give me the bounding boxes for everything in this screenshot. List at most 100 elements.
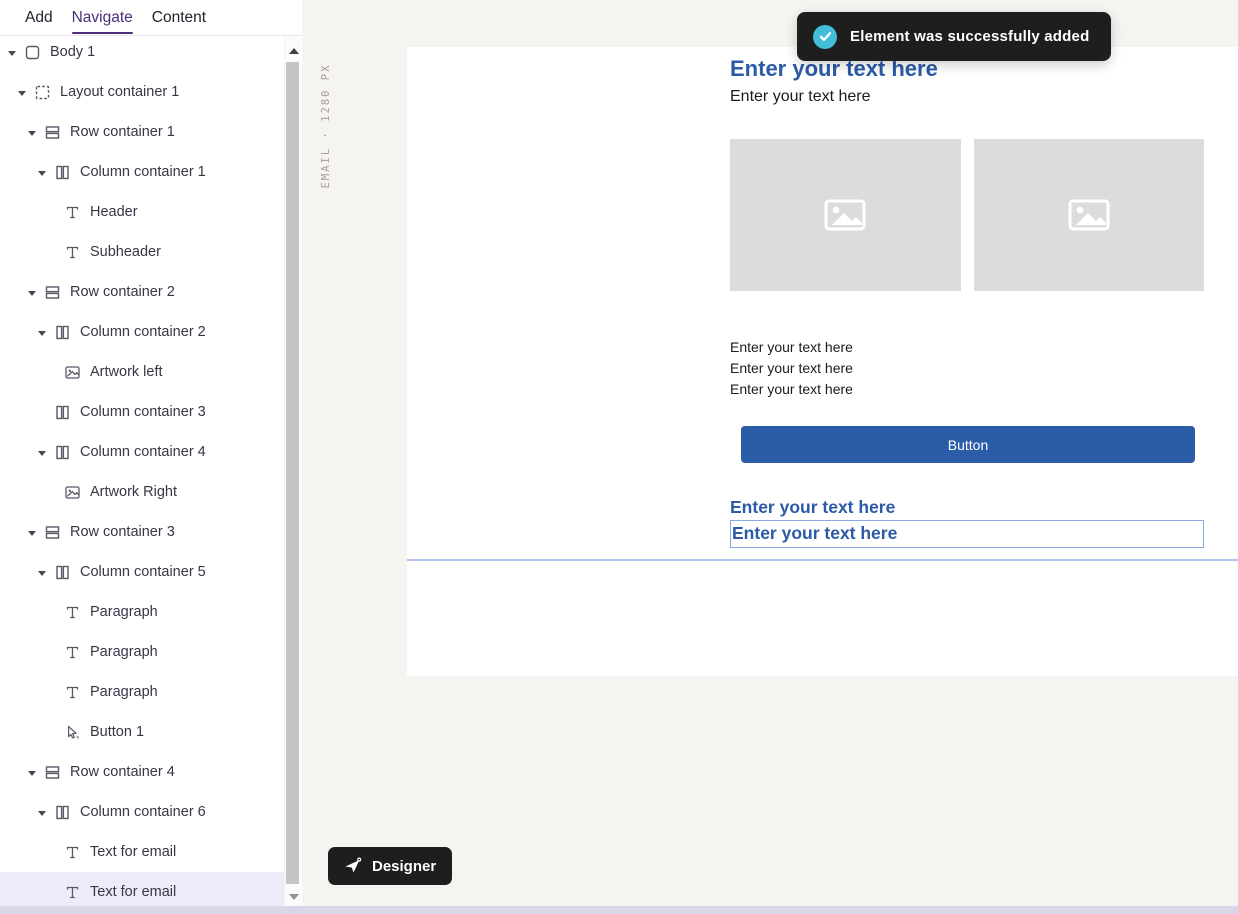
window-bottom-edge [0, 906, 1238, 914]
tree-item-row-container-4[interactable]: Row container 4 [0, 752, 284, 792]
email-canvas[interactable]: Enter your text here Enter your text her… [407, 47, 1238, 676]
email-paragraph[interactable]: Enter your text here [730, 358, 853, 379]
email-paragraph[interactable]: Enter your text here [730, 337, 853, 358]
caret-down-icon[interactable] [18, 91, 26, 96]
email-paragraph[interactable]: Enter your text here [730, 379, 853, 400]
caret-down-icon[interactable] [28, 291, 36, 296]
send-icon [344, 857, 362, 875]
tab-content[interactable]: Content [152, 0, 206, 36]
tree-item-column-container-5[interactable]: Column container 5 [0, 552, 284, 592]
button-icon [64, 724, 81, 741]
tree-item-label: Row container 2 [70, 284, 175, 300]
email-button[interactable]: Button [741, 426, 1195, 463]
tree-item-paragraph[interactable]: Paragraph [0, 632, 284, 672]
email-subheader-text[interactable]: Enter your text here [730, 88, 871, 106]
caret-down-icon[interactable] [28, 131, 36, 136]
layers-sidebar: Add Navigate Content Body 1 Layout contain… [0, 0, 302, 906]
canvas-size-ruler-label: EMAIL · 1280 PX [320, 61, 332, 191]
tree-item-column-container-1[interactable]: Column container 1 [0, 152, 284, 192]
tree-item-artwork-left[interactable]: Artwork left [0, 352, 284, 392]
text-icon [64, 684, 81, 701]
tree-item-artwork-right[interactable]: Artwork Right [0, 472, 284, 512]
tree-item-row-container-1[interactable]: Row container 1 [0, 112, 284, 152]
tree-item-label: Text for email [90, 884, 176, 900]
row-container-icon [44, 524, 61, 541]
paragraph-block: Enter your text hereEnter your text here… [730, 337, 853, 400]
email-footer-text-2-selected[interactable]: Enter your text here [730, 520, 1204, 548]
column-container-icon [54, 324, 71, 341]
column-container-icon [54, 804, 71, 821]
tree-item-label: Column container 2 [80, 324, 206, 340]
tab-navigate[interactable]: Navigate [72, 0, 133, 36]
tree-item-label: Artwork left [90, 364, 163, 380]
text-icon [64, 884, 81, 901]
tree-item-label: Subheader [90, 244, 161, 260]
text-icon [64, 244, 81, 261]
tree-item-row-container-2[interactable]: Row container 2 [0, 272, 284, 312]
tree-item-button-1[interactable]: Button 1 [0, 712, 284, 752]
tree-item-column-container-2[interactable]: Column container 2 [0, 312, 284, 352]
caret-down-icon[interactable] [28, 531, 36, 536]
tree-item-label: Column container 3 [80, 404, 206, 420]
caret-down-icon[interactable] [38, 571, 46, 576]
caret-down-icon[interactable] [38, 171, 46, 176]
tree-item-label: Column container 1 [80, 164, 206, 180]
column-container-icon [54, 164, 71, 181]
email-footer-text-1[interactable]: Enter your text here [730, 497, 895, 518]
caret-down-icon[interactable] [28, 771, 36, 776]
tree-item-paragraph[interactable]: Paragraph [0, 672, 284, 712]
designer-button-label: Designer [372, 858, 436, 875]
tree-item-label: Column container 4 [80, 444, 206, 460]
tree-item-label: Paragraph [90, 644, 158, 660]
tree-item-label: Artwork Right [90, 484, 177, 500]
app-window: EMAIL · 1280 PX Enter your text here Ent… [0, 0, 1238, 914]
layout-container-icon [34, 84, 51, 101]
tree-item-label: Column container 6 [80, 804, 206, 820]
tree-item-label: Button 1 [90, 724, 144, 740]
image-placeholder-icon [1068, 199, 1110, 231]
row-container-icon [44, 124, 61, 141]
image-placeholder[interactable] [730, 139, 961, 291]
caret-down-icon[interactable] [38, 331, 46, 336]
column-container-icon [54, 404, 71, 421]
tree-item-subheader[interactable]: Subheader [0, 232, 284, 272]
image-icon [64, 364, 81, 381]
designer-button[interactable]: Designer [328, 847, 452, 885]
column-container-icon [54, 564, 71, 581]
scroll-up-arrow-icon[interactable] [289, 48, 299, 54]
tree-item-label: Row container 1 [70, 124, 175, 140]
tab-add[interactable]: Add [25, 0, 53, 36]
tree-item-row-container-3[interactable]: Row container 3 [0, 512, 284, 552]
image-placeholder-row [730, 139, 1204, 291]
tree-item-label: Layout container 1 [60, 84, 179, 100]
toast-notification: Element was successfully added [797, 12, 1111, 61]
image-placeholder-icon [824, 199, 866, 231]
scroll-down-arrow-icon[interactable] [289, 894, 299, 900]
row-container-icon [44, 284, 61, 301]
tree-item-label: Paragraph [90, 684, 158, 700]
layer-tree: Body 1 Layout container 1 Row container … [0, 32, 284, 912]
sidebar-tabs: Add Navigate Content [25, 0, 206, 36]
caret-down-icon[interactable] [38, 811, 46, 816]
sidebar-scrollbar-thumb[interactable] [286, 62, 299, 884]
text-icon [64, 604, 81, 621]
tree-item-header[interactable]: Header [0, 192, 284, 232]
caret-down-icon[interactable] [38, 451, 46, 456]
tree-item-column-container-3[interactable]: Column container 3 [0, 392, 284, 432]
container-selection-line [407, 559, 1238, 561]
tree-item-column-container-6[interactable]: Column container 6 [0, 792, 284, 832]
tree-item-paragraph[interactable]: Paragraph [0, 592, 284, 632]
tree-item-label: Column container 5 [80, 564, 206, 580]
toast-message: Element was successfully added [850, 28, 1089, 45]
tree-item-column-container-4[interactable]: Column container 4 [0, 432, 284, 472]
text-icon [64, 644, 81, 661]
tree-item-text-for-email[interactable]: Text for email [0, 832, 284, 872]
tree-item-label: Paragraph [90, 604, 158, 620]
tree-item-label: Row container 3 [70, 524, 175, 540]
tree-item-body-1[interactable]: Body 1 [0, 32, 284, 72]
body-icon [24, 44, 41, 61]
caret-down-icon[interactable] [8, 51, 16, 56]
image-placeholder[interactable] [974, 139, 1205, 291]
text-icon [64, 844, 81, 861]
tree-item-layout-container-1[interactable]: Layout container 1 [0, 72, 284, 112]
